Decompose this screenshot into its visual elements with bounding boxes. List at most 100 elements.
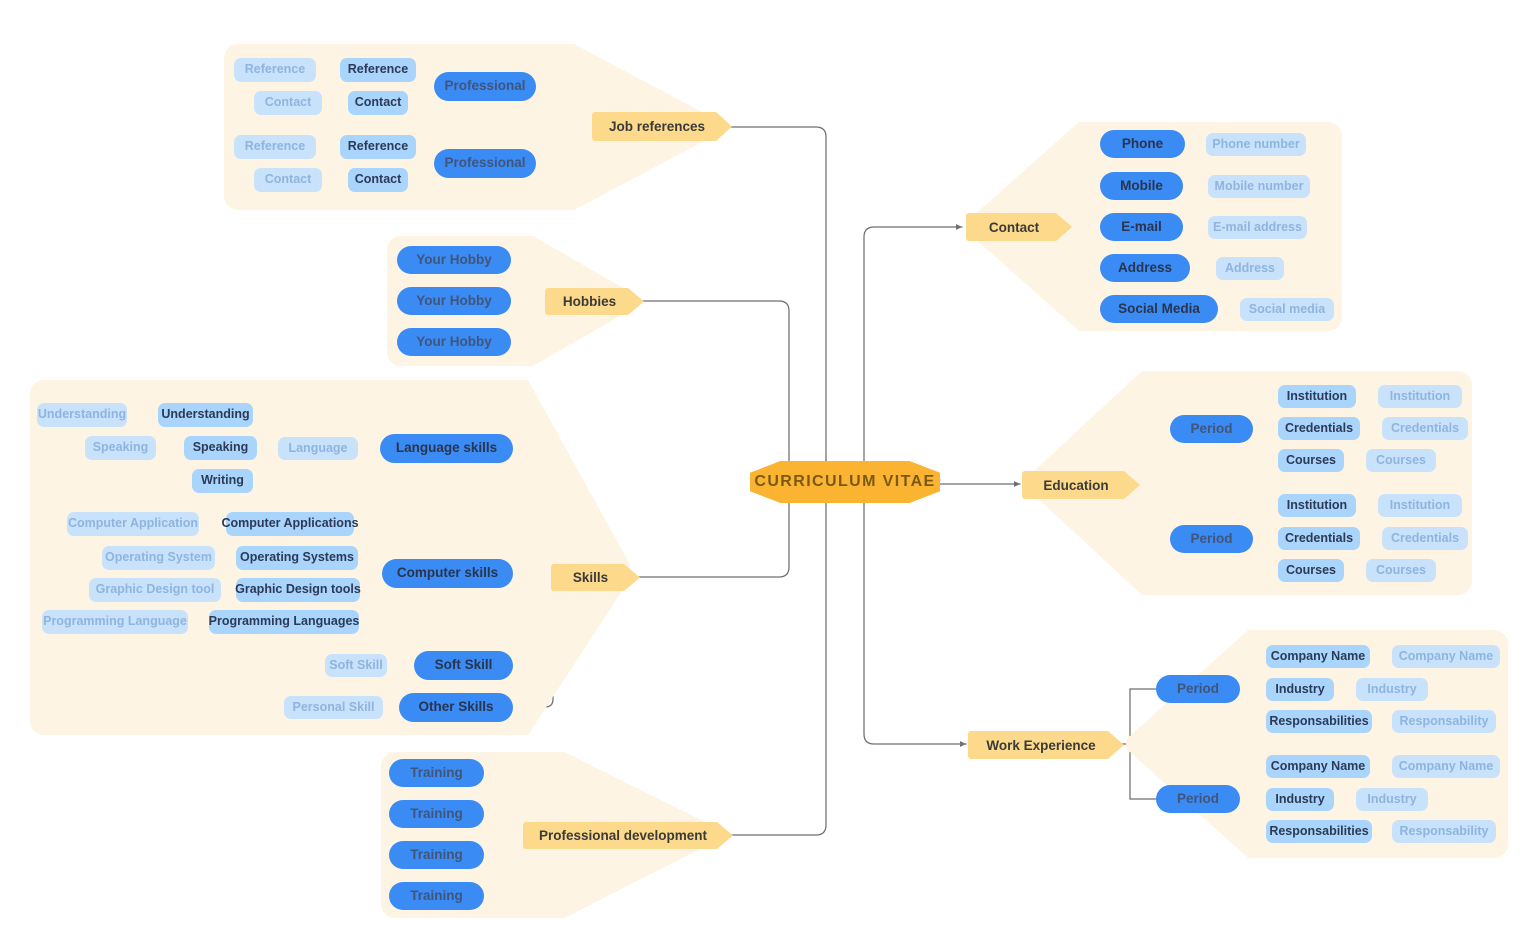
- education-g1-credentials-mid[interactable]: Credentials: [1278, 417, 1360, 440]
- work-experience-g1-responsabilities-mid[interactable]: Responsabilities: [1266, 710, 1372, 733]
- education-g2-credentials-mid[interactable]: Credentials: [1278, 527, 1360, 550]
- node-label: Speaking: [92, 440, 149, 455]
- education-g1-courses-mid[interactable]: Courses: [1278, 449, 1344, 472]
- skills-other-skills[interactable]: Other Skills: [399, 693, 513, 722]
- node-label: Company Name: [1398, 758, 1494, 773]
- contact-social-media-value[interactable]: Social media: [1240, 298, 1334, 321]
- contact-mobile-value[interactable]: Mobile number: [1208, 175, 1310, 198]
- work-experience-g2-company-mid[interactable]: Company Name: [1266, 755, 1370, 778]
- job-references-g1-reference-pale[interactable]: Reference: [234, 58, 316, 82]
- skills-language-speaking-mid[interactable]: Speaking: [184, 436, 257, 460]
- job-references-g1-contact-mid[interactable]: Contact: [348, 91, 408, 115]
- work-experience-g1-responsability-pale[interactable]: Responsability: [1392, 710, 1496, 733]
- job-references-g1-reference-mid[interactable]: Reference: [340, 58, 416, 82]
- skills-graphic-design-tools-mid[interactable]: Graphic Design tools: [235, 578, 361, 602]
- category-chip-contact[interactable]: Contact: [966, 213, 1072, 241]
- skills-personal-skill-pale[interactable]: Personal Skill: [284, 696, 383, 719]
- education-g1-institution-pale[interactable]: Institution: [1378, 385, 1462, 408]
- node-label: Company Name: [1270, 758, 1366, 773]
- job-references-professional-1[interactable]: Professional: [434, 72, 536, 101]
- contact-social-media-key[interactable]: Social Media: [1100, 295, 1218, 323]
- node-label: Computer Application: [67, 516, 199, 531]
- contact-email-key[interactable]: E-mail: [1100, 213, 1183, 241]
- job-references-g2-contact-pale[interactable]: Contact: [254, 168, 322, 192]
- hobbies-item-1[interactable]: Your Hobby: [397, 246, 511, 274]
- category-chip-skills[interactable]: Skills: [551, 564, 640, 591]
- education-g1-credentials-pale[interactable]: Credentials: [1382, 417, 1468, 440]
- work-experience-g1-industry-mid[interactable]: Industry: [1266, 678, 1334, 701]
- work-experience-g2-responsability-pale[interactable]: Responsability: [1392, 820, 1496, 843]
- job-references-g2-contact-mid[interactable]: Contact: [348, 168, 408, 192]
- contact-mobile-key[interactable]: Mobile: [1100, 172, 1183, 200]
- work-experience-g1-industry-pale[interactable]: Industry: [1356, 678, 1428, 701]
- education-g2-institution-pale[interactable]: Institution: [1378, 494, 1462, 517]
- work-experience-g2-company-pale[interactable]: Company Name: [1392, 755, 1500, 778]
- job-references-g2-reference-mid[interactable]: Reference: [340, 135, 416, 159]
- job-references-g2-reference-pale[interactable]: Reference: [234, 135, 316, 159]
- education-period-2[interactable]: Period: [1170, 525, 1253, 553]
- skills-language-speaking-pale[interactable]: Speaking: [85, 436, 156, 460]
- skills-programming-languages-mid[interactable]: Programming Languages: [209, 610, 359, 634]
- work-experience-g2-industry-mid[interactable]: Industry: [1266, 788, 1334, 811]
- education-g1-institution-mid[interactable]: Institution: [1278, 385, 1356, 408]
- education-g2-courses-pale[interactable]: Courses: [1366, 559, 1436, 582]
- work-experience-g1-company-pale[interactable]: Company Name: [1392, 645, 1500, 668]
- education-g1-courses-pale[interactable]: Courses: [1366, 449, 1436, 472]
- category-chip-job-references[interactable]: Job references: [592, 112, 732, 141]
- skills-computer-skills[interactable]: Computer skills: [382, 559, 513, 588]
- work-experience-period-2[interactable]: Period: [1156, 785, 1240, 813]
- contact-phone-key[interactable]: Phone: [1100, 130, 1185, 158]
- skills-graphic-design-tool-pale[interactable]: Graphic Design tool: [89, 578, 221, 602]
- work-experience-g2-responsabilities-mid[interactable]: Responsabilities: [1266, 820, 1372, 843]
- work-experience-period-1[interactable]: Period: [1156, 675, 1240, 703]
- skills-language-hub[interactable]: Language: [278, 437, 358, 460]
- skills-operating-system-pale[interactable]: Operating System: [102, 546, 215, 570]
- category-chip-professional-development[interactable]: Professional development: [523, 822, 733, 849]
- node-label: Credentials: [1390, 530, 1460, 545]
- contact-address-value[interactable]: Address: [1216, 257, 1284, 280]
- node-label: Responsabilities: [1269, 823, 1369, 838]
- node-label: Your Hobby: [416, 251, 492, 267]
- central-node-curriculum-vitae[interactable]: CURRICULUM VITAE: [750, 461, 940, 503]
- job-references-professional-2[interactable]: Professional: [434, 149, 536, 178]
- skills-language-skills[interactable]: Language skills: [380, 434, 513, 463]
- central-node-label: CURRICULUM VITAE: [754, 473, 936, 490]
- work-experience-g2-industry-pale[interactable]: Industry: [1356, 788, 1428, 811]
- node-label: Your Hobby: [416, 333, 492, 349]
- node-label: Industry: [1367, 681, 1417, 696]
- skills-language-writing-mid[interactable]: Writing: [192, 469, 253, 493]
- education-g2-courses-mid[interactable]: Courses: [1278, 559, 1344, 582]
- professional-development-training-2[interactable]: Training: [389, 800, 484, 828]
- node-label: Period: [1190, 420, 1233, 436]
- skills-soft-skill[interactable]: Soft Skill: [414, 651, 513, 680]
- node-label: Language: [288, 440, 348, 455]
- contact-phone-value[interactable]: Phone number: [1206, 133, 1306, 156]
- work-experience-g1-company-mid[interactable]: Company Name: [1266, 645, 1370, 668]
- education-g2-credentials-pale[interactable]: Credentials: [1382, 527, 1468, 550]
- skills-operating-systems-mid[interactable]: Operating Systems: [236, 546, 358, 570]
- job-references-g1-contact-pale[interactable]: Contact: [254, 91, 322, 115]
- skills-language-understanding-mid[interactable]: Understanding: [158, 403, 253, 427]
- professional-development-training-3[interactable]: Training: [389, 841, 484, 869]
- category-chip-education[interactable]: Education: [1022, 471, 1140, 499]
- professional-development-training-4[interactable]: Training: [389, 882, 484, 910]
- skills-computer-applications-mid[interactable]: Computer Applications: [221, 512, 359, 536]
- chip-label: Skills: [572, 570, 609, 585]
- skills-programming-language-pale[interactable]: Programming Language: [42, 610, 188, 634]
- professional-development-training-1[interactable]: Training: [389, 759, 484, 787]
- hobbies-item-3[interactable]: Your Hobby: [397, 328, 511, 356]
- node-label: Your Hobby: [416, 292, 492, 308]
- category-chip-hobbies[interactable]: Hobbies: [545, 288, 644, 315]
- skills-soft-skill-pale[interactable]: Soft Skill: [325, 654, 387, 677]
- contact-address-key[interactable]: Address: [1100, 254, 1190, 282]
- node-label: Phone: [1121, 135, 1164, 151]
- contact-email-value[interactable]: E-mail address: [1208, 216, 1307, 239]
- education-g2-institution-mid[interactable]: Institution: [1278, 494, 1356, 517]
- skills-language-understanding-pale[interactable]: Understanding: [37, 403, 127, 427]
- category-chip-work-experience[interactable]: Work Experience: [968, 731, 1124, 759]
- education-period-1[interactable]: Period: [1170, 415, 1253, 443]
- hobbies-item-2[interactable]: Your Hobby: [397, 287, 511, 315]
- skills-computer-application-pale[interactable]: Computer Application: [67, 512, 199, 536]
- node-label: Professional: [444, 78, 526, 94]
- chip-label: Professional development: [538, 828, 708, 843]
